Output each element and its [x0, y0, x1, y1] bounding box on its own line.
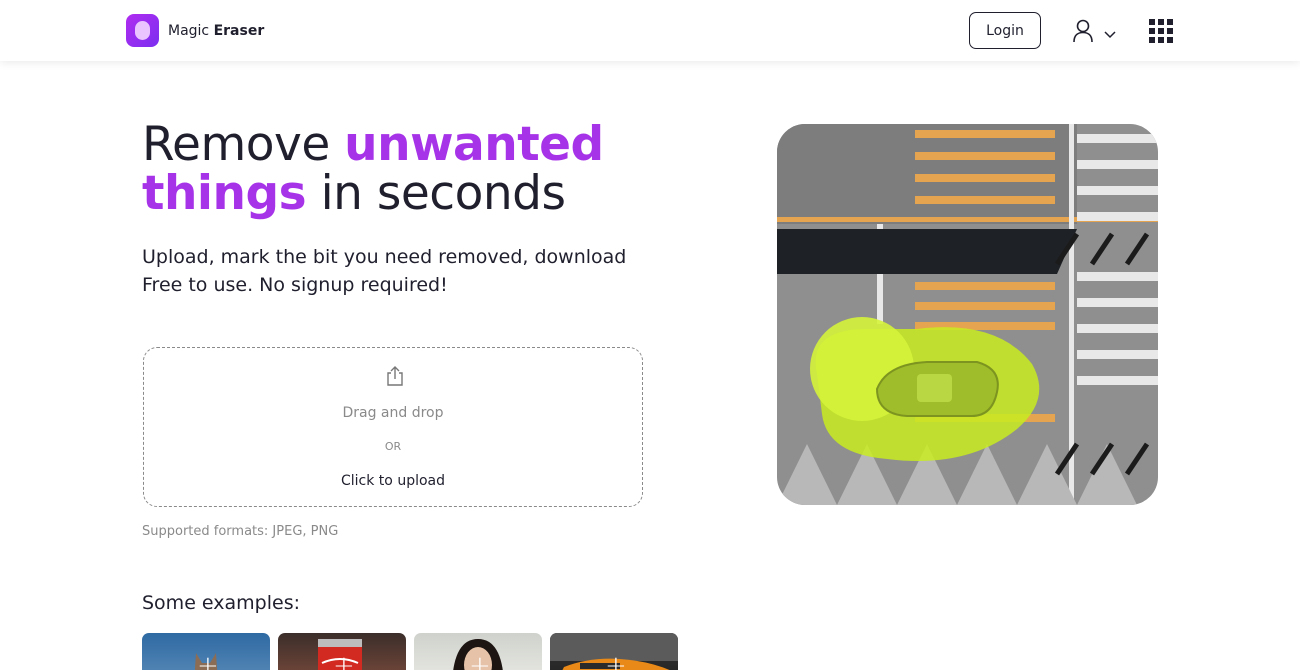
plus-icon: +: [333, 651, 355, 670]
example-thumbnail-car[interactable]: +: [550, 633, 678, 670]
or-separator: OR: [384, 440, 402, 453]
subtitle-line1: Upload, mark the bit you need removed, d…: [142, 246, 627, 268]
supported-formats-text: Supported formats: JPEG, PNG: [142, 524, 339, 539]
upload-dropzone[interactable]: Drag and drop OR Click to upload: [143, 347, 643, 507]
drag-and-drop-text: Drag and drop: [342, 405, 444, 421]
upload-icon: [387, 366, 403, 386]
examples-heading: Some examples:: [142, 592, 301, 614]
hero-title-part2: in seconds: [306, 166, 566, 221]
plus-icon: +: [605, 651, 627, 670]
brand-name: Magic Eraser: [168, 23, 264, 39]
user-menu-button[interactable]: [1072, 18, 1118, 44]
example-thumbnail-dog[interactable]: +: [142, 633, 270, 670]
plus-icon: +: [197, 651, 219, 670]
brand-name-regular: Magic: [168, 22, 214, 39]
login-button[interactable]: Login: [969, 12, 1041, 49]
brand-name-bold: Eraser: [213, 22, 265, 39]
hero-title: Remove unwanted things in seconds: [142, 120, 662, 218]
grid-apps-icon[interactable]: [1149, 19, 1173, 43]
subtitle-line2: Free to use. No signup required!: [142, 274, 448, 296]
examples-list: + + + +: [142, 633, 678, 670]
hero-title-part1: Remove: [142, 117, 345, 172]
hero-subtitle: Upload, mark the bit you need removed, d…: [142, 243, 702, 299]
example-thumbnail-cola[interactable]: +: [278, 633, 406, 670]
plus-icon: +: [469, 651, 491, 670]
magic-eraser-logo-icon: [126, 14, 159, 47]
hero-title-accent1: unwanted: [344, 117, 604, 172]
chevron-down-icon: [1104, 31, 1116, 39]
crosswalk-car-illustration: [777, 124, 1158, 505]
top-header: Magic Eraser Login: [0, 0, 1300, 61]
hero-title-accent2: things: [142, 166, 307, 221]
hero-example-image: [777, 124, 1158, 505]
brand-logo[interactable]: Magic Eraser: [126, 14, 264, 47]
click-to-upload-link[interactable]: Click to upload: [144, 473, 642, 489]
user-icon: [1073, 19, 1093, 43]
example-thumbnail-portrait[interactable]: +: [414, 633, 542, 670]
